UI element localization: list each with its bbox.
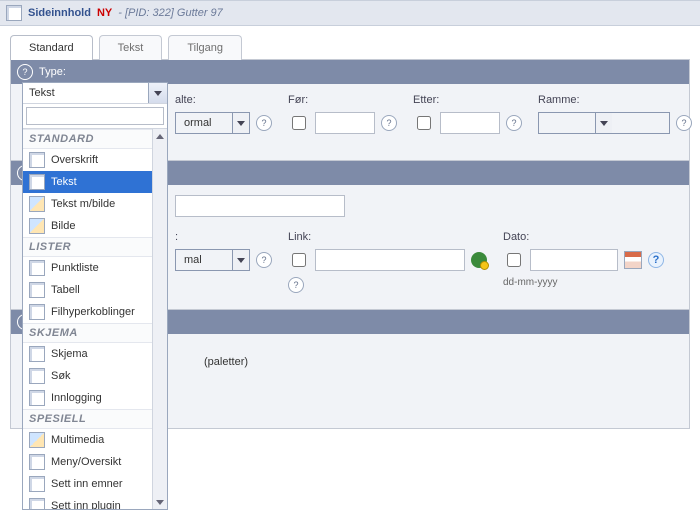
paletter-label: (paletter) xyxy=(204,356,248,368)
chevron-down-icon[interactable] xyxy=(148,83,167,103)
chevron-down-icon[interactable] xyxy=(232,113,249,133)
dato-checkbox[interactable] xyxy=(507,253,521,267)
al-label: : xyxy=(175,231,272,243)
type-combo[interactable]: Tekst xyxy=(23,83,167,104)
etter-label: Etter: xyxy=(413,94,522,106)
dropdown-scrollbar[interactable] xyxy=(152,129,167,509)
field-for: Før: ? xyxy=(288,94,397,134)
image-icon xyxy=(29,218,45,234)
pid-label: - [PID: 322] Gutter 97 xyxy=(118,7,223,19)
type-option-tekst-bilde[interactable]: Tekst m/bilde xyxy=(23,193,167,215)
ramme-label: Ramme: xyxy=(538,94,692,106)
text-image-icon xyxy=(29,196,45,212)
type-dropdown: Tekst STANDARD Overskrift Tekst Tekst m/… xyxy=(22,82,168,510)
dropdown-group: STANDARD xyxy=(23,129,167,149)
dato-input[interactable] xyxy=(530,249,618,271)
dropdown-group: SKJEMA xyxy=(23,323,167,343)
for-input[interactable] xyxy=(315,112,375,134)
list-icon xyxy=(29,260,45,276)
al-combo[interactable]: mal xyxy=(175,249,250,271)
help-icon[interactable]: ? xyxy=(676,115,692,131)
for-checkbox[interactable] xyxy=(292,116,306,130)
help-icon[interactable]: ? xyxy=(381,115,397,131)
etter-checkbox[interactable] xyxy=(417,116,431,130)
file-links-icon xyxy=(29,304,45,320)
type-option-tekst[interactable]: Tekst xyxy=(23,171,167,193)
type-option-filhyperkoblinger[interactable]: Filhyperkoblinger xyxy=(23,301,167,323)
overskrift-input[interactable] xyxy=(175,195,345,217)
document-icon xyxy=(6,5,22,21)
calendar-icon[interactable] xyxy=(624,251,642,269)
etter-input[interactable] xyxy=(440,112,500,134)
type-option-punktliste[interactable]: Punktliste xyxy=(23,257,167,279)
field-ramme: Ramme: ? xyxy=(538,94,692,134)
type-option-overskrift[interactable]: Overskrift xyxy=(23,149,167,171)
type-option-multimedia[interactable]: Multimedia xyxy=(23,429,167,451)
field-dato: Dato: ? dd-mm-yyyy xyxy=(503,231,664,288)
chevron-down-icon[interactable] xyxy=(595,113,612,133)
type-option-sok[interactable]: Søk xyxy=(23,365,167,387)
plugin-icon xyxy=(29,498,45,509)
tab-tilgang[interactable]: Tilgang xyxy=(168,35,242,60)
section-head-type: ? Type: xyxy=(11,60,689,84)
dropdown-group: LISTER xyxy=(23,237,167,257)
type-search xyxy=(23,104,167,129)
alte-label: alte: xyxy=(175,94,272,106)
type-option-meny[interactable]: Meny/Oversikt xyxy=(23,451,167,473)
tab-tekst[interactable]: Tekst xyxy=(99,35,163,60)
dato-label: Dato: xyxy=(503,231,664,243)
chevron-down-icon[interactable] xyxy=(232,250,249,270)
help-icon[interactable]: ? xyxy=(288,277,304,293)
scroll-up-icon[interactable] xyxy=(153,129,167,143)
type-option-plugin[interactable]: Sett inn plugin xyxy=(23,495,167,509)
type-option-emner[interactable]: Sett inn emner xyxy=(23,473,167,495)
field-al: : mal ? xyxy=(175,231,272,271)
heading-icon xyxy=(29,152,45,168)
type-search-input[interactable] xyxy=(26,107,164,125)
link-checkbox[interactable] xyxy=(292,253,306,267)
alte-combo[interactable]: ormal xyxy=(175,112,250,134)
page-header: Sideinnhold NY - [PID: 322] Gutter 97 xyxy=(0,0,700,26)
help-icon[interactable]: ? xyxy=(17,64,33,80)
new-badge: NY xyxy=(97,7,112,19)
ramme-combo[interactable] xyxy=(538,112,670,134)
help-icon[interactable]: ? xyxy=(256,252,272,268)
link-input[interactable] xyxy=(315,249,465,271)
dropdown-group: SPESIELL xyxy=(23,409,167,429)
link-icon[interactable] xyxy=(471,252,487,268)
type-option-list: STANDARD Overskrift Tekst Tekst m/bilde … xyxy=(23,129,167,509)
scroll-track[interactable] xyxy=(153,143,167,495)
page-title: Sideinnhold xyxy=(28,7,91,19)
field-link: Link: ? xyxy=(288,231,487,293)
multimedia-icon xyxy=(29,432,45,448)
search-icon xyxy=(29,368,45,384)
tab-bar: Standard Tekst Tilgang xyxy=(0,26,700,59)
type-option-innlogging[interactable]: Innlogging xyxy=(23,387,167,409)
link-label: Link: xyxy=(288,231,487,243)
login-icon xyxy=(29,390,45,406)
tab-standard[interactable]: Standard xyxy=(10,35,93,60)
field-etter: Etter: ? xyxy=(413,94,522,134)
records-icon xyxy=(29,476,45,492)
dato-hint: dd-mm-yyyy xyxy=(503,277,664,288)
help-icon[interactable]: ? xyxy=(256,115,272,131)
text-icon xyxy=(29,174,45,190)
for-label: Før: xyxy=(288,94,397,106)
type-label: Type: xyxy=(39,66,66,78)
info-icon[interactable]: ? xyxy=(648,252,664,268)
menu-icon xyxy=(29,454,45,470)
field-alte: alte: ormal ? xyxy=(175,94,272,134)
type-option-bilde[interactable]: Bilde xyxy=(23,215,167,237)
type-option-skjema[interactable]: Skjema xyxy=(23,343,167,365)
form-icon xyxy=(29,346,45,362)
type-option-tabell[interactable]: Tabell xyxy=(23,279,167,301)
help-icon[interactable]: ? xyxy=(506,115,522,131)
scroll-down-icon[interactable] xyxy=(153,495,167,509)
table-icon xyxy=(29,282,45,298)
